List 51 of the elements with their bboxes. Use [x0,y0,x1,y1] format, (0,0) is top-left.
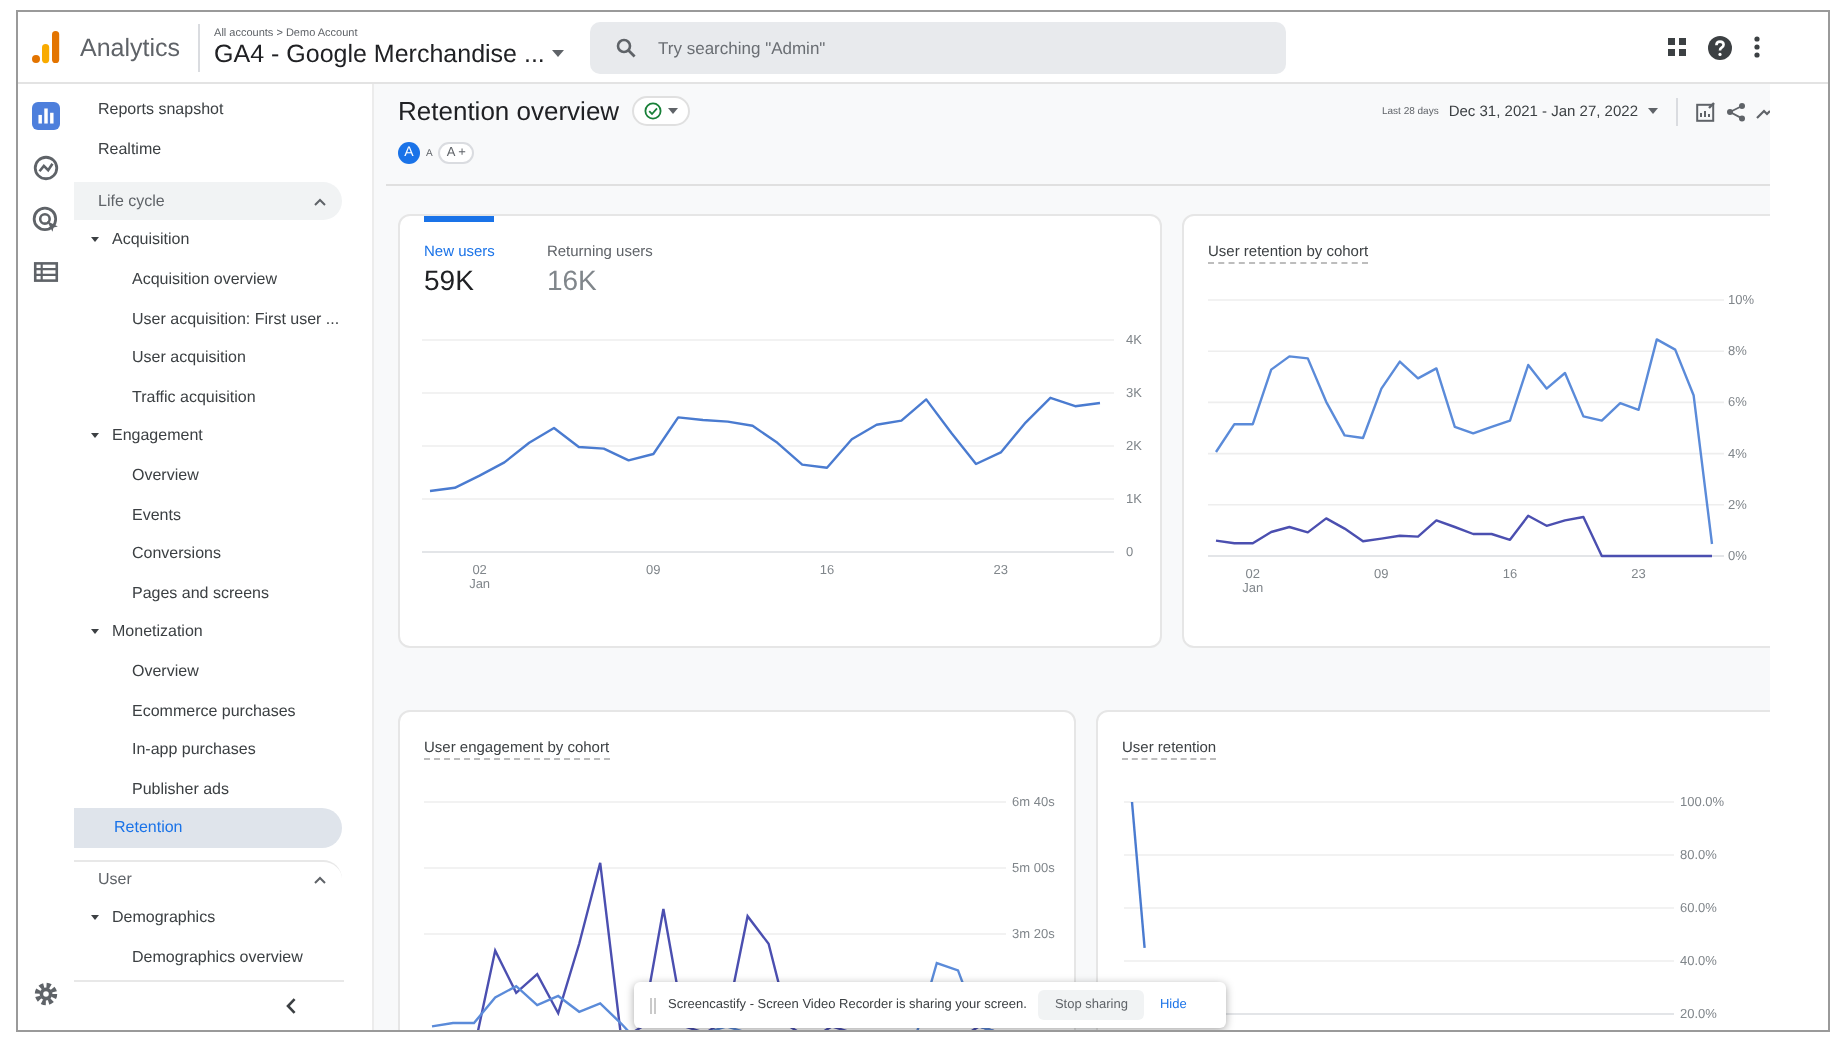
nav-item[interactable]: User acquisition [74,337,342,378]
product-name: Analytics [80,33,181,61]
nav-group[interactable]: Monetization [74,612,342,652]
collapse-icon[interactable] [286,998,296,1014]
trend-circle-icon[interactable] [32,154,60,182]
caret-icon[interactable] [1648,108,1658,114]
nav-item[interactable]: Ecommerce purchases [74,690,342,730]
apps-icon[interactable] [1668,38,1686,56]
caret-icon [667,108,678,114]
analytics-logo [32,30,60,64]
table-icon[interactable] [32,258,60,286]
nav-item[interactable]: Demographics overview [74,936,342,976]
caret-icon[interactable] [552,49,565,57]
search-icon [616,37,637,57]
nav-item[interactable]: Traffic acquisition [74,377,342,417]
nav-item[interactable]: Events [74,494,342,534]
page-title: Retention overview [398,96,620,126]
metric-value: 16K [546,264,599,296]
section-header[interactable]: Life cycle [74,182,342,221]
section-header[interactable]: User [74,859,342,898]
settings-icon[interactable] [34,982,58,1006]
nav-item[interactable]: Pages and screens [74,573,342,613]
nav-item[interactable]: User acquisition: First user ... [74,298,342,338]
status-chip[interactable] [631,96,690,126]
nav-item[interactable]: Overview [74,651,342,691]
nav-group[interactable]: Demographics [74,897,342,937]
search-field[interactable]: Try searching "Admin" [590,21,1287,73]
nav-group-label[interactable]: Acquisition [112,230,190,249]
nav-item[interactable]: Overview [74,455,342,495]
nav-item[interactable]: Realtime [74,129,342,169]
nav-group[interactable]: Engagement [74,416,342,456]
nav-item[interactable]: Reports snapshot [74,90,342,130]
bar-chart-icon[interactable] [32,102,60,130]
more-icon[interactable] [1754,36,1760,58]
nav-item[interactable]: Publisher ads [74,769,342,809]
metric-value: 59K [424,264,476,296]
target-icon[interactable] [32,206,60,234]
share-icon[interactable] [1726,101,1746,121]
nav-group-label[interactable]: Demographics [112,907,216,926]
nav-group-label[interactable]: Engagement [112,426,203,445]
help-icon[interactable] [1708,35,1732,59]
check-circle-icon [643,102,662,120]
edit-chart-icon[interactable] [1696,101,1716,121]
nav-group-label[interactable]: Monetization [112,622,203,641]
nav-item[interactable]: Conversions [74,533,342,574]
drag-handle-icon[interactable] [650,997,656,1013]
nav-item[interactable]: Retention [74,808,342,848]
nav-item[interactable]: In-app purchases [74,729,342,769]
nav-item[interactable]: Acquisition overview [74,259,342,299]
nav-group[interactable]: Acquisition [74,220,342,260]
property-selector[interactable]: GA4 - Google Merchandise ... [214,39,545,67]
